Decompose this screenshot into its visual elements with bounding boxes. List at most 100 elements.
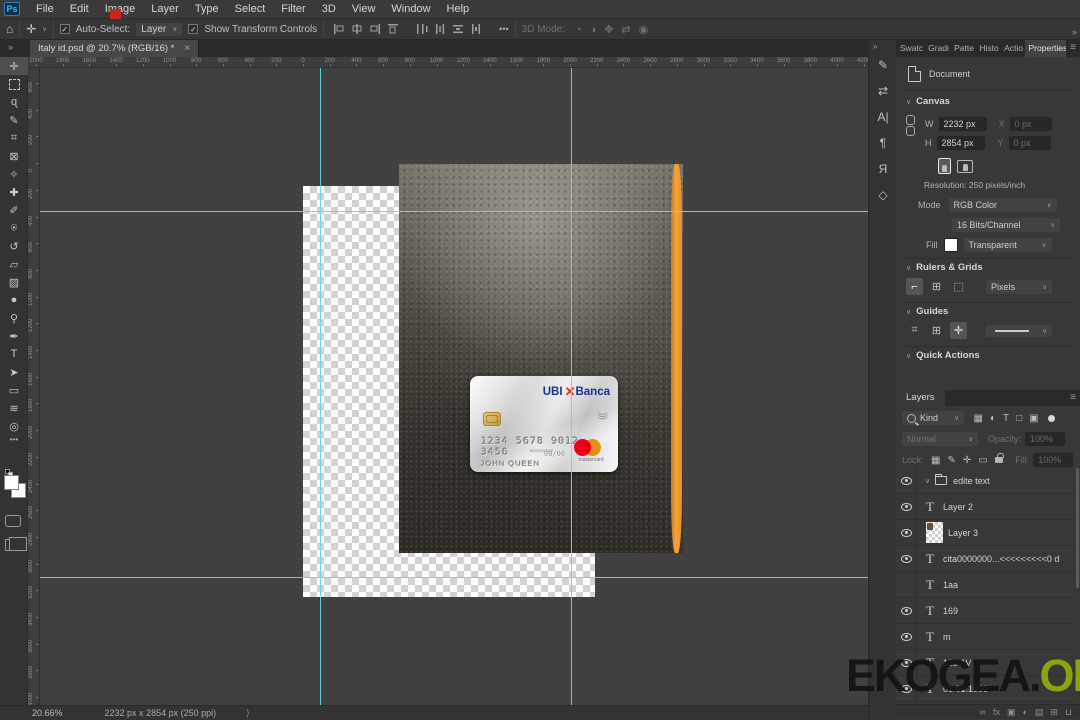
clear-guides-icon[interactable]: ✛ xyxy=(950,322,967,339)
opacity-input[interactable]: 100% xyxy=(1025,432,1065,446)
collapse-toolbar-icon[interactable]: » xyxy=(8,42,13,52)
panel-tab-histo[interactable]: Histo xyxy=(975,40,1000,57)
shape-tool[interactable]: ▭ xyxy=(0,381,28,399)
lasso-tool[interactable]: ɋ xyxy=(0,93,28,111)
foreground-color-swatch[interactable] xyxy=(4,475,19,490)
align-top-edges-icon[interactable] xyxy=(387,23,399,35)
panel-tab-swatc[interactable]: Swatc xyxy=(896,40,924,57)
toggle-grid-icon[interactable]: ⊞ xyxy=(928,278,945,295)
visibility-toggle[interactable] xyxy=(896,624,917,649)
menu-file[interactable]: File xyxy=(28,3,62,15)
history-brush-tool[interactable]: ↺ xyxy=(0,237,28,255)
landscape-orientation-button[interactable] xyxy=(957,160,973,173)
adjustment-layer-icon[interactable]: ◐ xyxy=(1022,707,1027,717)
show-transform-checkbox[interactable]: ✓ xyxy=(188,24,198,34)
document-tab[interactable]: Italy id.psd @ 20.7% (RGB/16) * × xyxy=(30,40,199,57)
visibility-toggle[interactable] xyxy=(896,572,917,597)
menu-filter[interactable]: Filter xyxy=(273,3,313,15)
eyedropper-tool[interactable]: ✧ xyxy=(0,165,28,183)
vertical-ruler[interactable]: 6004002000200400600800100012001400160018… xyxy=(28,68,40,705)
menu-select[interactable]: Select xyxy=(227,3,274,15)
quick-actions-header[interactable]: ∨ Quick Actions xyxy=(896,350,1080,361)
panel-strip-icon[interactable]: Я xyxy=(869,162,897,176)
layer-row[interactable]: Tcita0000000...<<<<<<<<<0 d xyxy=(896,546,1076,572)
blur-tool[interactable]: ● xyxy=(0,291,28,309)
y-input[interactable]: 0 px xyxy=(1009,136,1051,150)
layers-scrollbar[interactable] xyxy=(1076,468,1079,588)
chevron-down-icon[interactable]: ∨ xyxy=(925,477,930,485)
mode-dropdown[interactable]: RGB Color ∨ xyxy=(949,198,1057,212)
layer-mask-icon[interactable]: ▣ xyxy=(1007,707,1016,718)
units-dropdown[interactable]: Pixels ∨ xyxy=(986,280,1052,294)
fill-dropdown[interactable]: Transparent ∨ xyxy=(964,238,1052,252)
width-input[interactable]: 2232 px xyxy=(939,117,987,131)
menu-edit[interactable]: Edit xyxy=(62,3,97,15)
vertical-guide[interactable] xyxy=(320,68,321,705)
lock-icon[interactable]: ▦ xyxy=(931,455,940,466)
toggle-pixel-grid-icon[interactable]: ⬚ xyxy=(950,278,967,295)
horizontal-ruler[interactable]: 2000180016001400120010008006004002000200… xyxy=(28,57,868,68)
panel-tab-actio[interactable]: Actio xyxy=(1000,40,1024,57)
canvas-area[interactable]: UBI ✕ Banca ))) 1234 5678 9012 3456 MONT… xyxy=(40,68,868,705)
link-layers-icon[interactable]: ∞ xyxy=(980,707,986,717)
visibility-toggle[interactable] xyxy=(896,598,917,623)
auto-select-dropdown[interactable]: Layer ∨ xyxy=(136,23,182,36)
lock-icon[interactable]: ✎ xyxy=(947,455,955,466)
move-tool-icon[interactable]: ✛ xyxy=(26,22,36,36)
align-right-edges-icon[interactable] xyxy=(369,23,381,35)
panel-menu-icon[interactable]: ≡ xyxy=(1070,392,1076,403)
menu-3d[interactable]: 3D xyxy=(314,3,344,15)
filter-type-icon[interactable]: ▦ xyxy=(974,413,983,424)
marquee-tool[interactable] xyxy=(0,75,28,93)
distribute-left-icon[interactable] xyxy=(416,23,428,35)
filter-type-icon[interactable]: T xyxy=(1003,413,1009,424)
filter-kind-dropdown[interactable]: Kind ∨ xyxy=(902,411,964,425)
filter-type-icon[interactable]: □ xyxy=(1016,413,1022,424)
collapse-dock-icon[interactable]: » xyxy=(1072,27,1077,37)
visibility-toggle[interactable] xyxy=(896,546,917,571)
layer-row[interactable]: T1aa xyxy=(896,572,1076,598)
portrait-orientation-button[interactable] xyxy=(938,158,951,174)
filter-type-icon[interactable]: ▣ xyxy=(1029,413,1038,424)
align-left-edges-icon[interactable] xyxy=(333,23,345,35)
horizontal-guide[interactable] xyxy=(40,211,868,212)
crop-tool[interactable]: ⌗ xyxy=(0,129,28,147)
eraser-tool[interactable]: ▱ xyxy=(0,255,28,273)
panel-strip-icon[interactable]: ✎ xyxy=(869,58,897,72)
gradient-tool[interactable]: ▨ xyxy=(0,273,28,291)
guides-header[interactable]: ∨ Guides xyxy=(896,306,1080,317)
panel-tab-patte[interactable]: Patte xyxy=(950,40,975,57)
add-guides-icon[interactable]: ⌗ xyxy=(906,322,923,339)
path-select-tool[interactable]: ➤ xyxy=(0,363,28,381)
layer-effects-icon[interactable]: fx xyxy=(993,707,1000,717)
blend-mode-dropdown[interactable]: Normal ∨ xyxy=(902,432,978,446)
menu-type[interactable]: Type xyxy=(187,3,227,15)
brush-tool[interactable]: ✐ xyxy=(0,201,28,219)
menu-help[interactable]: Help xyxy=(439,3,478,15)
new-group-icon[interactable]: ▤ xyxy=(1035,707,1044,718)
type-tool[interactable]: T xyxy=(0,345,28,363)
visibility-toggle[interactable] xyxy=(896,494,917,519)
depth-dropdown[interactable]: 16 Bits/Channel ∨ xyxy=(952,218,1060,232)
panel-strip-icon[interactable]: A| xyxy=(869,110,897,124)
hand-tool[interactable]: ≋ xyxy=(0,399,28,417)
collapse-panels-icon[interactable]: » xyxy=(873,42,877,51)
layers-tab[interactable]: Layers xyxy=(896,390,945,406)
layer-row[interactable]: Layer 3 xyxy=(896,520,1076,546)
filter-toggle-icon[interactable] xyxy=(1048,415,1055,422)
layers-fill-input[interactable]: 100% xyxy=(1033,453,1073,467)
quick-selection-tool[interactable]: ✎ xyxy=(0,111,28,129)
lock-all-icon[interactable] xyxy=(995,457,1003,463)
menu-view[interactable]: View xyxy=(344,3,384,15)
panel-tab-properties[interactable]: Properties xyxy=(1025,40,1067,57)
quick-mask-icon[interactable] xyxy=(5,515,21,527)
new-layer-icon[interactable]: ⊞ xyxy=(1050,707,1058,718)
panel-strip-icon[interactable]: ◇ xyxy=(869,188,897,202)
panel-menu-icon[interactable]: ≡ xyxy=(1066,40,1080,57)
menu-layer[interactable]: Layer xyxy=(143,3,187,15)
layer-row[interactable]: ∨edite text xyxy=(896,468,1076,494)
align-horizontal-centers-icon[interactable] xyxy=(351,23,363,35)
guide-style-dropdown[interactable]: ∨ xyxy=(986,325,1052,337)
height-input[interactable]: 2854 px xyxy=(937,136,985,150)
distribute-vertical-icon[interactable] xyxy=(452,23,464,35)
